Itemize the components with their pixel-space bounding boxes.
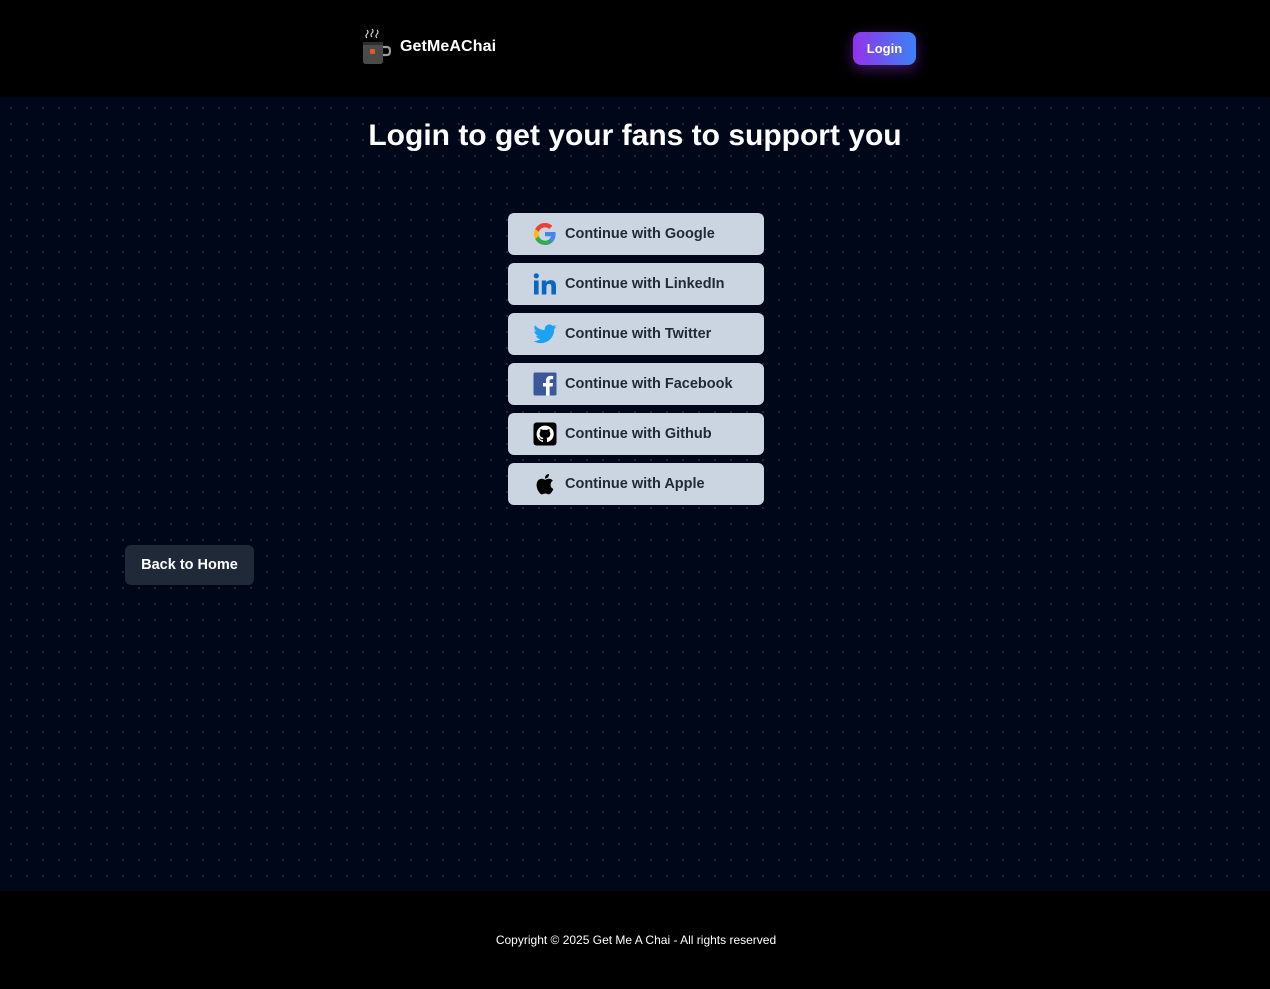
twitter-login-label: Continue with Twitter — [565, 326, 712, 342]
navbar: GetMeAChai Login — [0, 0, 1270, 97]
linkedin-login-button[interactable]: Continue with LinkedIn — [508, 263, 764, 305]
logo[interactable]: GetMeAChai — [360, 28, 496, 66]
apple-icon — [532, 471, 558, 497]
back-to-home-button[interactable]: Back to Home — [125, 545, 254, 585]
footer: Copyright © 2025 Get Me A Chai - All rig… — [0, 891, 1270, 989]
github-icon — [532, 421, 558, 447]
google-login-button[interactable]: Continue with Google — [508, 213, 764, 255]
github-login-label: Continue with Github — [565, 426, 712, 442]
twitter-icon — [532, 321, 558, 347]
facebook-login-label: Continue with Facebook — [565, 376, 733, 392]
copyright-text: Copyright © 2025 Get Me A Chai - All rig… — [495, 933, 777, 947]
apple-login-button[interactable]: Continue with Apple — [508, 463, 764, 505]
linkedin-icon — [532, 271, 558, 297]
google-icon — [532, 221, 558, 247]
facebook-login-button[interactable]: Continue with Facebook — [508, 363, 764, 405]
twitter-login-button[interactable]: Continue with Twitter — [508, 313, 764, 355]
page-title: Login to get your fans to support you — [368, 119, 902, 152]
login-button[interactable]: Login — [853, 32, 916, 65]
google-login-label: Continue with Google — [565, 226, 715, 242]
login-providers: Continue with Google Continue with Linke… — [508, 213, 764, 513]
github-login-button[interactable]: Continue with Github — [508, 413, 764, 455]
linkedin-login-label: Continue with LinkedIn — [565, 276, 725, 292]
brand-name: GetMeAChai — [400, 38, 497, 55]
main-content: Login to get your fans to support you Co… — [0, 97, 1270, 891]
facebook-icon — [532, 371, 558, 397]
apple-login-label: Continue with Apple — [565, 476, 705, 492]
tea-cup-icon — [363, 28, 392, 64]
